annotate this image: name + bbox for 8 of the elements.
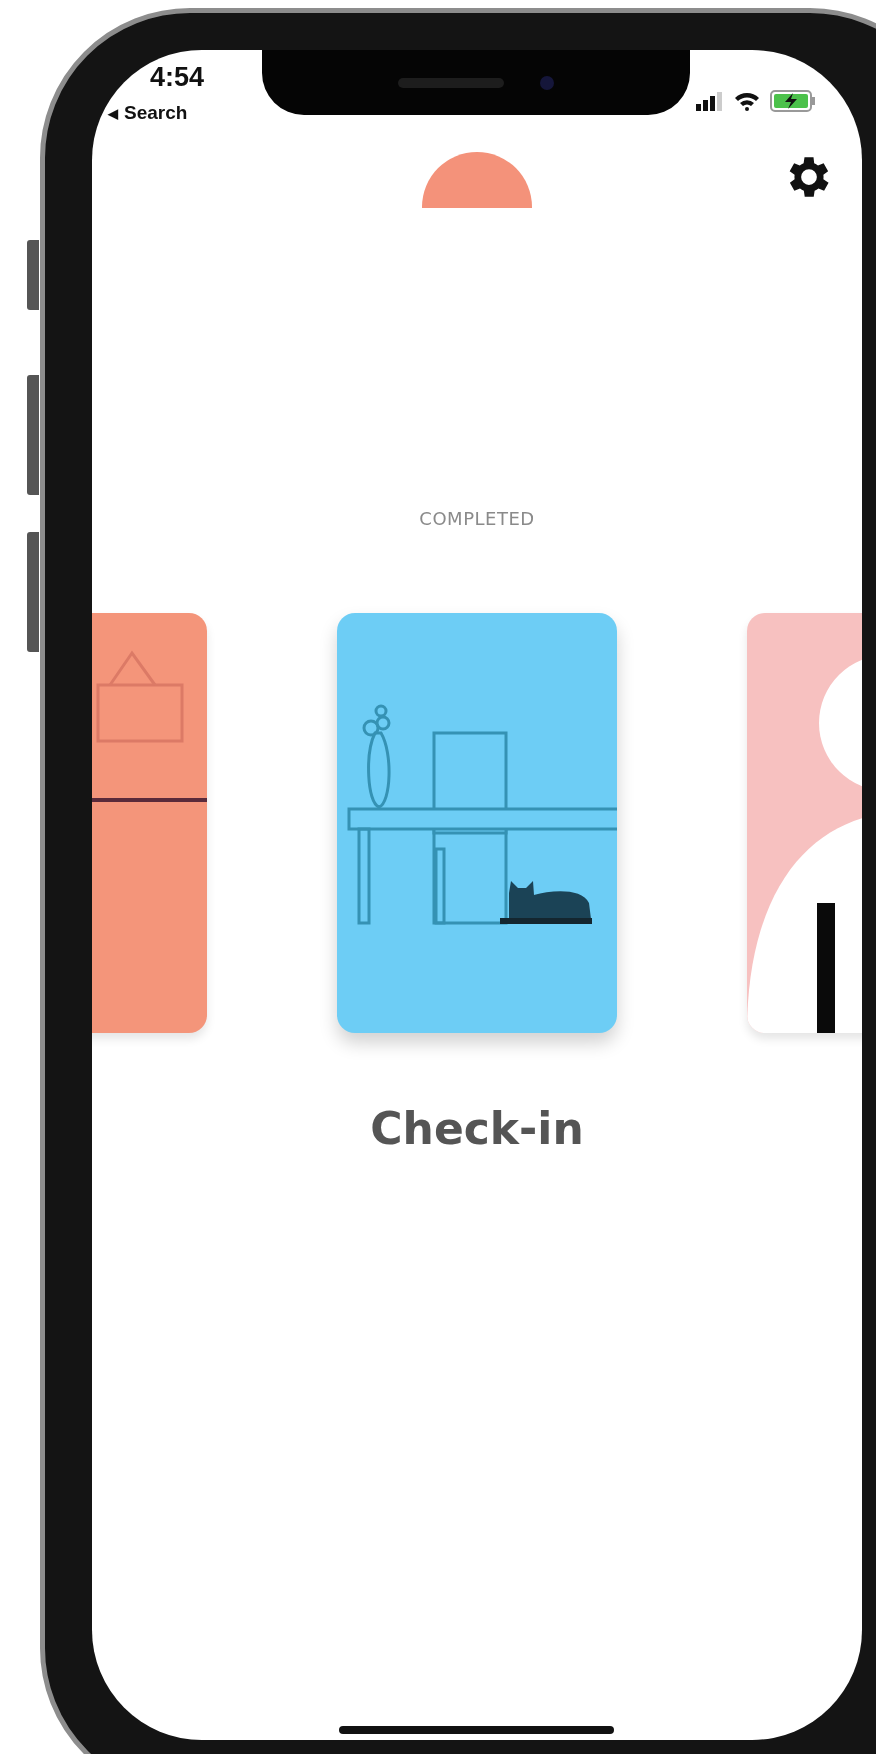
wifi-icon xyxy=(734,91,760,111)
signal-icon xyxy=(696,91,724,111)
back-link[interactable]: ◀ Search xyxy=(108,102,188,124)
status-time: 4:54 xyxy=(150,62,205,93)
card-title: Check-in xyxy=(370,1103,584,1154)
section-label: COMPLETED xyxy=(419,508,535,529)
battery-icon xyxy=(770,90,816,112)
card[interactable] xyxy=(337,613,617,1033)
